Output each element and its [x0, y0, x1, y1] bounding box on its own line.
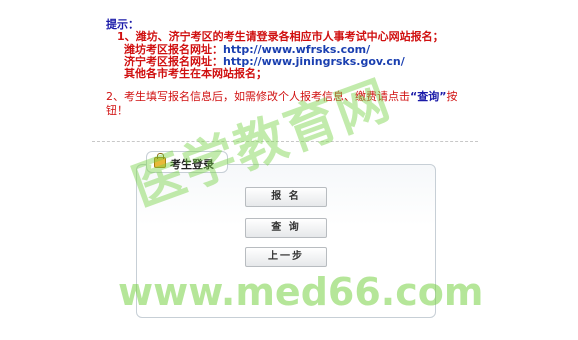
register-button[interactable]: 报 名: [245, 187, 327, 207]
other-cities-line: 其他各市考生在本网站报名；: [124, 67, 267, 80]
watermark-url: www.med66.com: [118, 270, 484, 314]
query-button[interactable]: 查 询: [245, 218, 327, 238]
back-button[interactable]: 上一步: [245, 247, 327, 267]
notice-item-2-query: “查询”: [410, 90, 447, 103]
